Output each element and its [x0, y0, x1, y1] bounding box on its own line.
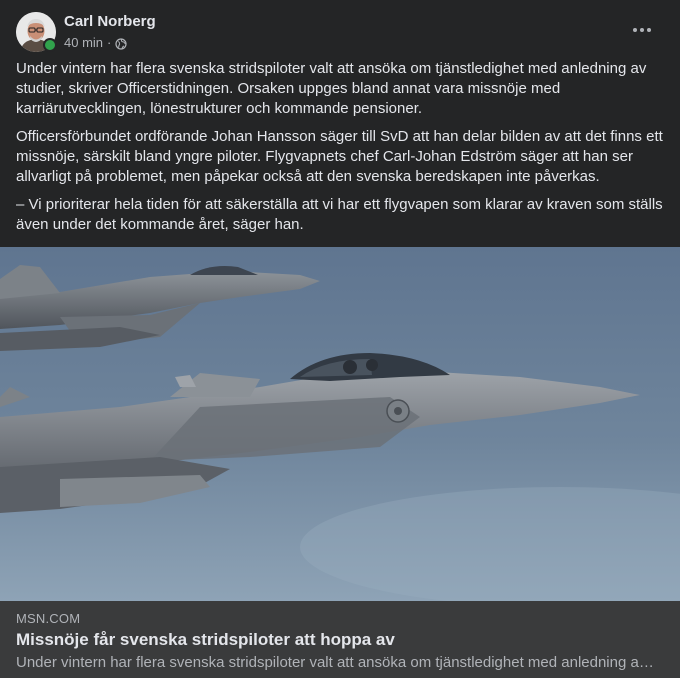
online-status-indicator	[43, 38, 57, 52]
meta-separator: ·	[107, 35, 112, 50]
post-header: Carl Norberg 40 min ·	[16, 12, 664, 56]
link-title[interactable]: Missnöje får svenska stridspiloter att h…	[16, 630, 395, 650]
link-description: Under vintern har flera svenska stridspi…	[16, 654, 656, 671]
feed-post: Carl Norberg 40 min · Under vintern har …	[0, 0, 680, 678]
more-dot	[640, 28, 644, 32]
post-paragraph: – Vi prioriterar hela tiden för att säke…	[16, 196, 663, 233]
link-card[interactable]: MSN.COM Missnöje får svenska stridspilot…	[0, 601, 680, 678]
fighter-jets-photo	[0, 247, 680, 601]
link-preview-image[interactable]	[0, 247, 680, 601]
post-meta: 40 min ·	[64, 35, 127, 50]
link-source: MSN.COM	[16, 611, 81, 626]
more-dots-icon	[633, 28, 637, 32]
post-paragraph: Officersförbundet ordförande Johan Hanss…	[16, 128, 663, 185]
more-dot	[647, 28, 651, 32]
author-avatar[interactable]	[16, 12, 57, 52]
globe-icon	[115, 37, 127, 50]
author-name[interactable]: Carl Norberg	[64, 13, 156, 30]
post-timestamp[interactable]: 40 min	[64, 35, 103, 50]
post-text: Under vintern har flera svenska stridspi…	[16, 59, 664, 243]
post-paragraph: Under vintern har flera svenska stridspi…	[16, 60, 647, 117]
more-options-button[interactable]	[628, 20, 656, 40]
